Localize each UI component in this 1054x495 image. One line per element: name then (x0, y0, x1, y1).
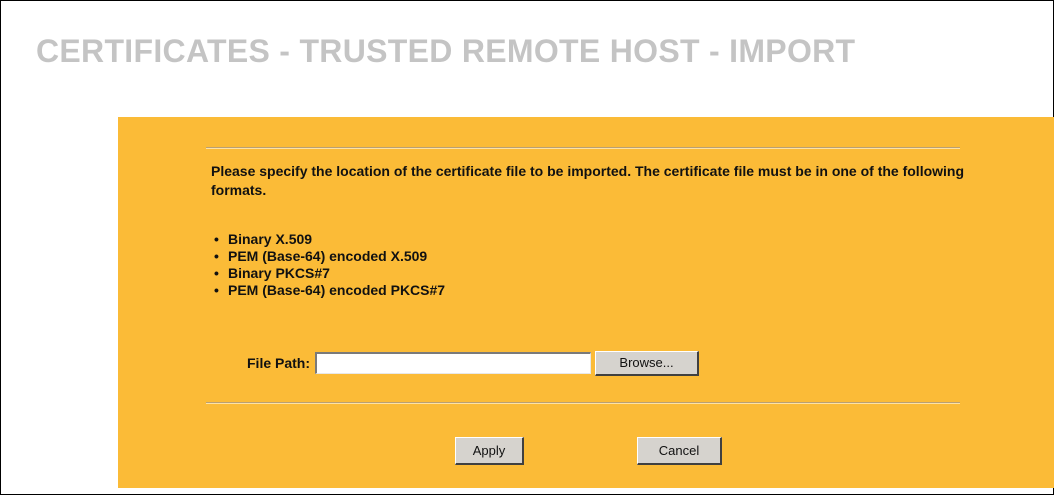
import-panel: Please specify the location of the certi… (118, 117, 1054, 488)
file-path-row: File Path: Browse... (247, 350, 700, 376)
bullet-icon: • (214, 231, 219, 247)
format-label: PEM (Base-64) encoded X.509 (228, 248, 428, 264)
file-path-input[interactable] (315, 352, 592, 374)
instructions-text: Please specify the location of the certi… (211, 163, 965, 198)
page-title: CERTIFICATES - TRUSTED REMOTE HOST - IMP… (36, 33, 856, 69)
page-frame: CERTIFICATES - TRUSTED REMOTE HOST - IMP… (0, 0, 1054, 495)
format-list: • Binary X.509 • PEM (Base-64) encoded X.5… (211, 231, 445, 299)
format-item: • Binary X.509 (211, 231, 445, 248)
bullet-icon: • (214, 248, 219, 264)
browse-button[interactable]: Browse... (595, 350, 700, 376)
format-label: Binary PKCS#7 (228, 265, 330, 281)
format-item: • PEM (Base-64) encoded PKCS#7 (211, 282, 445, 299)
format-label: PEM (Base-64) encoded PKCS#7 (228, 282, 446, 298)
cancel-button[interactable]: Cancel (637, 437, 722, 465)
format-label: Binary X.509 (228, 231, 313, 247)
file-path-label: File Path: (247, 355, 311, 371)
top-divider (206, 147, 960, 149)
apply-button[interactable]: Apply (455, 437, 524, 465)
bottom-divider (206, 402, 960, 404)
format-item: • PEM (Base-64) encoded X.509 (211, 248, 445, 265)
format-item: • Binary PKCS#7 (211, 265, 445, 282)
bullet-icon: • (214, 265, 219, 281)
bullet-icon: • (214, 282, 219, 298)
